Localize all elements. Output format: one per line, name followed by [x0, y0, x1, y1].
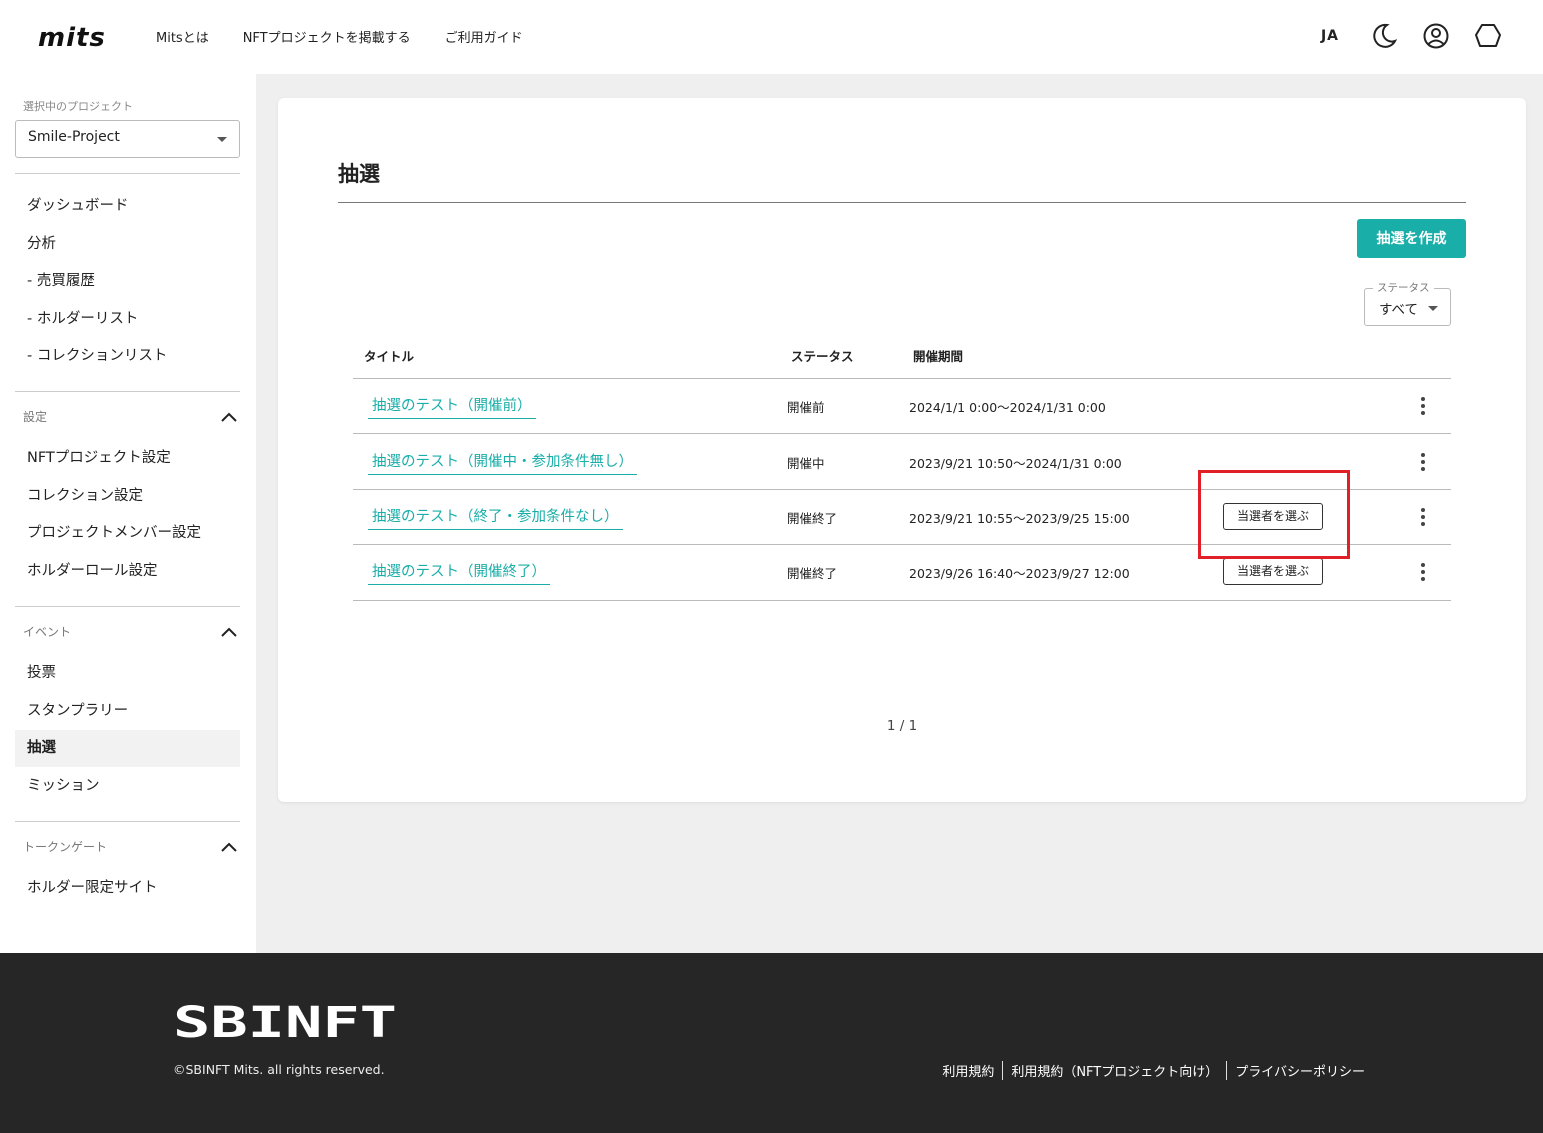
- copyright-text: ©SBINFT Mits. all rights reserved.: [173, 1062, 385, 1077]
- table-row: 抽選のテスト（開催終了） 開催終了 2023/9/26 16:40〜2023/9…: [353, 544, 1451, 599]
- dropdown-caret-icon: [1428, 306, 1438, 311]
- sidebar-item-mission[interactable]: ミッション: [15, 768, 240, 805]
- mits-logo[interactable]: mits: [38, 22, 116, 52]
- title-divider: [338, 202, 1466, 203]
- column-header-title: タイトル: [364, 349, 415, 364]
- sidebar-divider: [15, 391, 240, 392]
- chevron-up-icon[interactable]: [219, 410, 239, 424]
- nav-usage-guide[interactable]: ご利用ガイド: [445, 27, 523, 46]
- sidebar-item-holder-role-settings[interactable]: ホルダーロール設定: [15, 553, 240, 590]
- page-title: 抽選: [338, 162, 380, 186]
- footer: SBINFT ©SBINFT Mits. all rights reserved…: [0, 953, 1543, 1133]
- lottery-card: 抽選 抽選を作成 ステータス すべて タイトル ステータス 開催期間 抽選のテス…: [278, 98, 1526, 802]
- sidebar-divider: [15, 173, 240, 174]
- sidebar-item-nft-project-settings[interactable]: NFTプロジェクト設定: [15, 440, 240, 477]
- svg-text:mits: mits: [38, 23, 106, 52]
- footer-link-terms[interactable]: 利用規約: [934, 1061, 1002, 1080]
- lottery-status: 開催終了: [787, 511, 838, 526]
- column-header-period: 開催期間: [913, 349, 964, 364]
- lottery-period: 2023/9/26 16:40〜2023/9/27 12:00: [909, 566, 1130, 581]
- table-divider: [353, 600, 1451, 601]
- account-icon[interactable]: [1421, 21, 1451, 51]
- sidebar-item-lottery[interactable]: 抽選: [15, 730, 240, 767]
- pick-winner-button[interactable]: 当選者を選ぶ: [1223, 503, 1323, 530]
- more-vert-icon[interactable]: [1413, 448, 1433, 475]
- lottery-status: 開催中: [787, 456, 825, 471]
- more-vert-icon[interactable]: [1413, 392, 1433, 419]
- sidebar-item-holder-only-site[interactable]: ホルダー限定サイト: [15, 870, 240, 907]
- lottery-status: 開催前: [787, 400, 825, 415]
- column-header-status: ステータス: [791, 349, 854, 364]
- chevron-up-icon[interactable]: [219, 840, 239, 854]
- lottery-title-link[interactable]: 抽選のテスト（開催中・参加条件無し）: [368, 450, 637, 475]
- create-lottery-button[interactable]: 抽選を作成: [1357, 219, 1466, 258]
- sidebar-item-analytics[interactable]: 分析: [15, 226, 240, 263]
- table-row: 抽選のテスト（終了・参加条件なし） 開催終了 2023/9/21 10:55〜2…: [353, 489, 1451, 544]
- lottery-title-link[interactable]: 抽選のテスト（開催前）: [368, 394, 536, 419]
- status-filter-label: ステータス: [1373, 280, 1434, 295]
- chevron-up-icon[interactable]: [219, 625, 239, 639]
- top-header: mits Mitsとは NFTプロジェクトを掲載する ご利用ガイド JA: [0, 0, 1543, 74]
- moon-icon[interactable]: [1369, 21, 1399, 51]
- lottery-title-link[interactable]: 抽選のテスト（終了・参加条件なし）: [368, 505, 623, 530]
- sidebar-item-collection-settings[interactable]: コレクション設定: [15, 478, 240, 515]
- sidebar-section-events: イベント: [23, 625, 72, 639]
- svg-text:SBINFT: SBINFT: [173, 1003, 397, 1041]
- nav-list-nft-project[interactable]: NFTプロジェクトを掲載する: [243, 27, 411, 46]
- pagination: 1 / 1: [886, 718, 918, 734]
- footer-links: 利用規約 利用規約（NFTプロジェクト向け） プライバシーポリシー: [934, 1061, 1373, 1080]
- project-select-caption: 選択中のプロジェクト: [23, 100, 133, 113]
- status-filter-value: すべて: [1379, 302, 1419, 318]
- sidebar-item-holder-list[interactable]: - ホルダーリスト: [15, 301, 240, 338]
- project-select-value: Smile-Project: [28, 129, 120, 145]
- sidebar-section-settings: 設定: [23, 410, 48, 424]
- project-select[interactable]: Smile-Project: [15, 120, 240, 158]
- sidebar-item-trade-history[interactable]: - 売買履歴: [15, 263, 240, 300]
- table-row: 抽選のテスト（開催前） 開催前 2024/1/1 0:00〜2024/1/31 …: [353, 378, 1451, 433]
- sidebar-item-stamp-rally[interactable]: スタンプラリー: [15, 693, 240, 730]
- lottery-title-link[interactable]: 抽選のテスト（開催終了）: [368, 560, 550, 585]
- footer-link-terms-nft-project[interactable]: 利用規約（NFTプロジェクト向け）: [1002, 1061, 1226, 1080]
- language-switch[interactable]: JA: [1321, 28, 1339, 44]
- sidebar-divider: [15, 606, 240, 607]
- sbinft-logo: SBINFT: [173, 1003, 397, 1041]
- sidebar-item-dashboard[interactable]: ダッシュボード: [15, 188, 240, 225]
- sidebar-item-voting[interactable]: 投票: [15, 655, 240, 692]
- sidebar-item-member-settings[interactable]: プロジェクトメンバー設定: [15, 515, 240, 552]
- main-nav: Mitsとは NFTプロジェクトを掲載する ご利用ガイド: [156, 27, 523, 46]
- table-row: 抽選のテスト（開催中・参加条件無し） 開催中 2023/9/21 10:50〜2…: [353, 434, 1451, 489]
- nav-about-mits[interactable]: Mitsとは: [156, 27, 209, 46]
- dropdown-caret-icon: [217, 137, 227, 142]
- wallet-hexagon-icon[interactable]: [1473, 21, 1503, 51]
- lottery-period: 2023/9/21 10:55〜2023/9/25 15:00: [909, 511, 1130, 526]
- sidebar-item-collection-list[interactable]: - コレクションリスト: [15, 338, 240, 375]
- pick-winner-button[interactable]: 当選者を選ぶ: [1223, 558, 1323, 585]
- sidebar-section-token-gate: トークンゲート: [23, 840, 108, 854]
- lottery-period: 2023/9/21 10:50〜2024/1/31 0:00: [909, 456, 1122, 471]
- status-filter-select[interactable]: ステータス すべて: [1364, 280, 1451, 326]
- lottery-period: 2024/1/1 0:00〜2024/1/31 0:00: [909, 400, 1106, 415]
- more-vert-icon[interactable]: [1413, 558, 1433, 585]
- lottery-status: 開催終了: [787, 566, 838, 581]
- sidebar-divider: [15, 821, 240, 822]
- header-actions: JA: [1321, 21, 1503, 51]
- footer-link-privacy-policy[interactable]: プライバシーポリシー: [1226, 1061, 1373, 1080]
- more-vert-icon[interactable]: [1413, 503, 1433, 530]
